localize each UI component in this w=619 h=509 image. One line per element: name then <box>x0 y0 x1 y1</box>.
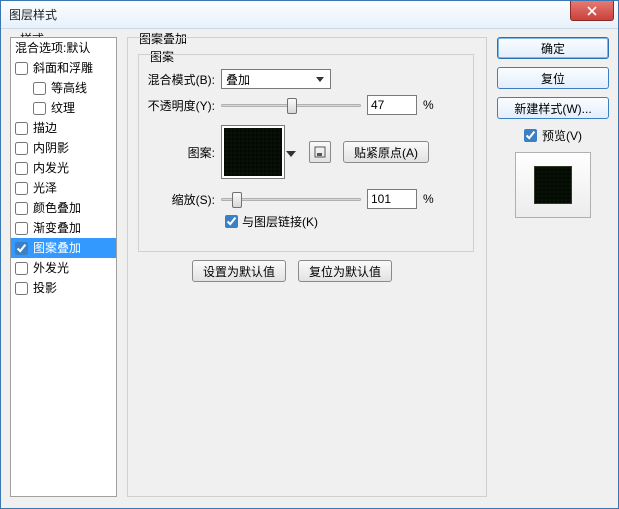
percent-label: % <box>423 98 434 112</box>
scale-label: 缩放(S): <box>145 191 221 208</box>
scale-row: 缩放(S): 101 % <box>145 189 434 209</box>
percent-label: % <box>423 192 434 206</box>
blend-mode-label: 混合模式(B): <box>145 71 221 88</box>
preview-box <box>515 152 591 218</box>
style-item-checkbox[interactable] <box>15 282 28 295</box>
preview-checkbox[interactable] <box>524 129 537 142</box>
pattern-overlay-group: 图案 混合模式(B): 叠加 不透明度(Y): 47 % <box>127 37 487 497</box>
blend-mode-value: 叠加 <box>226 71 250 88</box>
style-item-label: 纹理 <box>51 98 75 118</box>
style-item-10[interactable]: 外发光 <box>11 258 116 278</box>
style-item-label: 图案叠加 <box>33 238 81 258</box>
style-item-label: 内阴影 <box>33 138 69 158</box>
style-item-11[interactable]: 投影 <box>11 278 116 298</box>
style-item-4[interactable]: 内阴影 <box>11 138 116 158</box>
style-item-label: 颜色叠加 <box>33 198 81 218</box>
style-item-checkbox[interactable] <box>15 142 28 155</box>
style-item-checkbox[interactable] <box>15 242 28 255</box>
cancel-label: 复位 <box>541 70 565 87</box>
chevron-down-icon[interactable] <box>286 146 298 158</box>
link-with-layer-checkbox[interactable] <box>225 215 238 228</box>
style-item-label: 等高线 <box>51 78 87 98</box>
blend-options-row[interactable]: 混合选项:默认 <box>11 38 116 58</box>
style-item-0[interactable]: 斜面和浮雕 <box>11 58 116 78</box>
opacity-slider[interactable] <box>221 96 361 114</box>
style-item-label: 外发光 <box>33 258 69 278</box>
reset-default-label: 复位为默认值 <box>309 263 381 280</box>
style-item-5[interactable]: 内发光 <box>11 158 116 178</box>
titlebar[interactable]: 图层样式 <box>1 1 618 29</box>
style-item-checkbox[interactable] <box>33 102 46 115</box>
opacity-input[interactable]: 47 <box>367 95 417 115</box>
scale-slider[interactable] <box>221 190 361 208</box>
style-item-8[interactable]: 渐变叠加 <box>11 218 116 238</box>
close-button[interactable] <box>570 1 614 21</box>
pattern-inner-group: 混合模式(B): 叠加 不透明度(Y): 47 % 图案: <box>138 54 474 252</box>
new-preset-button[interactable] <box>309 141 331 163</box>
blend-mode-row: 混合模式(B): 叠加 <box>145 69 331 89</box>
opacity-row: 不透明度(Y): 47 % <box>145 95 434 115</box>
preview-swatch <box>534 166 572 204</box>
scale-input[interactable]: 101 <box>367 189 417 209</box>
style-item-7[interactable]: 颜色叠加 <box>11 198 116 218</box>
style-item-1[interactable]: 等高线 <box>11 78 116 98</box>
reset-default-button[interactable]: 复位为默认值 <box>298 260 392 282</box>
pattern-row: 图案: 贴紧原点(A) <box>145 125 429 179</box>
blend-options-label: 混合选项:默认 <box>15 38 90 58</box>
close-icon <box>587 6 597 16</box>
style-item-label: 投影 <box>33 278 57 298</box>
new-style-label: 新建样式(W)... <box>514 100 591 117</box>
style-item-checkbox[interactable] <box>33 82 46 95</box>
slider-thumb[interactable] <box>232 192 242 208</box>
link-with-layer-label: 与图层链接(K) <box>242 213 318 230</box>
new-style-button[interactable]: 新建样式(W)... <box>497 97 609 119</box>
defaults-row: 设置为默认值 复位为默认值 <box>192 260 392 282</box>
style-item-checkbox[interactable] <box>15 62 28 75</box>
ok-label: 确定 <box>541 40 565 57</box>
style-item-label: 内发光 <box>33 158 69 178</box>
link-with-layer-row[interactable]: 与图层链接(K) <box>225 213 318 230</box>
make-default-label: 设置为默认值 <box>203 263 275 280</box>
ok-button[interactable]: 确定 <box>497 37 609 59</box>
styles-panel: 混合选项:默认 斜面和浮雕等高线纹理描边内阴影内发光光泽颜色叠加渐变叠加图案叠加… <box>10 37 117 497</box>
style-item-checkbox[interactable] <box>15 122 28 135</box>
layer-style-dialog: 图层样式 样式 混合选项:默认 斜面和浮雕等高线纹理描边内阴影内发光光泽颜色叠加… <box>0 0 619 509</box>
pattern-swatch[interactable] <box>221 125 285 179</box>
style-item-checkbox[interactable] <box>15 262 28 275</box>
style-item-3[interactable]: 描边 <box>11 118 116 138</box>
snap-origin-button[interactable]: 贴紧原点(A) <box>343 141 429 163</box>
slider-thumb[interactable] <box>287 98 297 114</box>
style-item-checkbox[interactable] <box>15 222 28 235</box>
snap-origin-label: 贴紧原点(A) <box>354 144 418 161</box>
preview-toggle-row[interactable]: 预览(V) <box>497 127 609 144</box>
make-default-button[interactable]: 设置为默认值 <box>192 260 286 282</box>
pattern-label: 图案: <box>145 144 221 161</box>
preview-label: 预览(V) <box>542 127 582 144</box>
style-item-checkbox[interactable] <box>15 182 28 195</box>
right-panel: 确定 复位 新建样式(W)... 预览(V) <box>497 37 609 218</box>
style-item-9[interactable]: 图案叠加 <box>11 238 116 258</box>
style-item-label: 渐变叠加 <box>33 218 81 238</box>
style-item-label: 描边 <box>33 118 57 138</box>
style-item-6[interactable]: 光泽 <box>11 178 116 198</box>
style-item-label: 斜面和浮雕 <box>33 58 93 78</box>
pattern-swatch-inner <box>224 128 282 176</box>
chevron-down-icon <box>312 71 328 87</box>
blend-mode-combo[interactable]: 叠加 <box>221 69 331 89</box>
window-title: 图层样式 <box>9 6 57 23</box>
cancel-button[interactable]: 复位 <box>497 67 609 89</box>
new-preset-icon <box>314 146 326 158</box>
style-item-checkbox[interactable] <box>15 162 28 175</box>
style-item-2[interactable]: 纹理 <box>11 98 116 118</box>
opacity-label: 不透明度(Y): <box>145 97 221 114</box>
style-item-label: 光泽 <box>33 178 57 198</box>
style-item-checkbox[interactable] <box>15 202 28 215</box>
